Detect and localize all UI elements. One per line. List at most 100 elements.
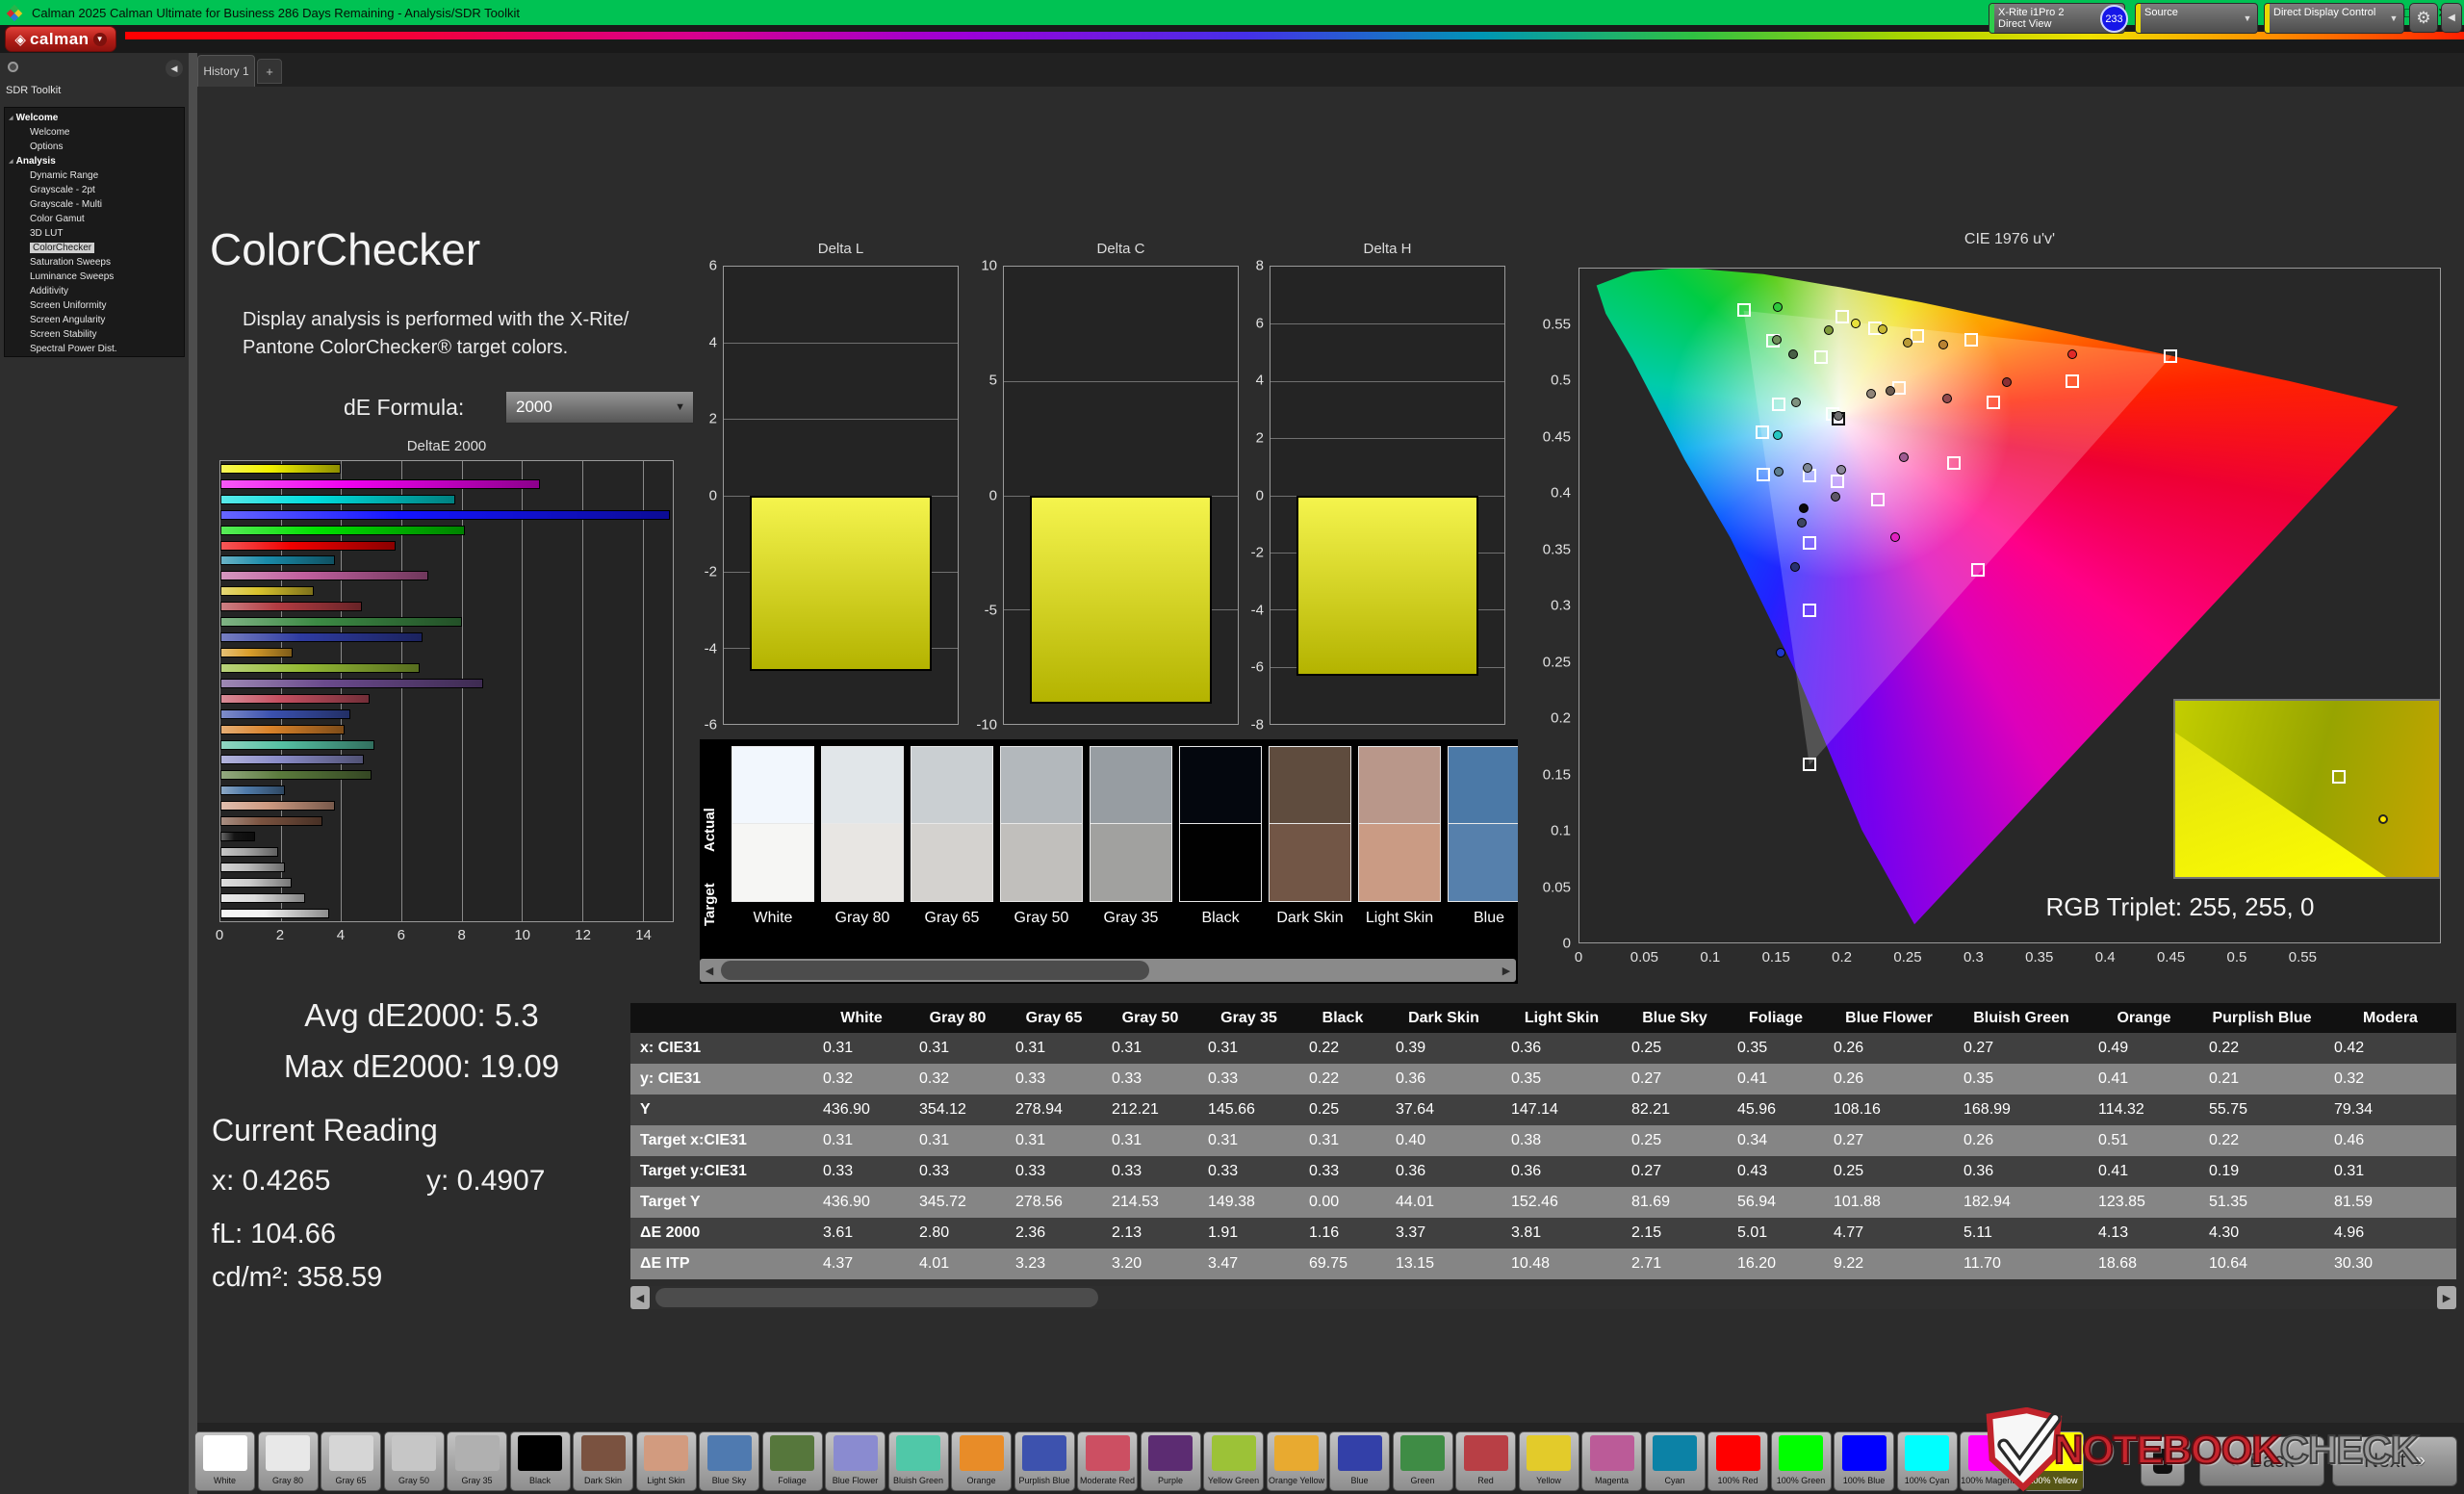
meter-mode: Direct View: [1998, 18, 2052, 30]
collapse-icon[interactable]: ◢: [9, 158, 13, 165]
sidebar-item-welcome[interactable]: Welcome: [5, 125, 184, 140]
sidebar-item-screen-angularity[interactable]: Screen Angularity: [5, 313, 184, 327]
cie-measured-point: [1773, 301, 1784, 312]
pattern-chip-100-green[interactable]: 100% Green: [1770, 1431, 1832, 1491]
chip-swatch: [770, 1435, 814, 1471]
chip-swatch: [202, 1435, 247, 1471]
sidebar-item-colorchecker[interactable]: ColorChecker: [5, 241, 184, 255]
col-header-gray-35: Gray 35: [1198, 1003, 1299, 1033]
table-cell: 0.27: [1824, 1125, 1954, 1156]
pattern-chip-blue[interactable]: Blue: [1329, 1431, 1390, 1491]
table-cell: 0.31: [813, 1125, 910, 1156]
scrollbar-thumb[interactable]: [655, 1288, 1098, 1307]
pattern-chip-foliage[interactable]: Foliage: [761, 1431, 823, 1491]
scroll-left-icon[interactable]: ◀: [700, 959, 719, 982]
sidebar-item-options[interactable]: Options: [5, 140, 184, 154]
calman-menu-button[interactable]: ◈ calman ▼: [5, 26, 116, 52]
deltae-bar-row: [220, 525, 673, 535]
deltae-bar-purple: [220, 678, 483, 688]
chip-label: Purplish Blue: [1018, 1475, 1070, 1485]
sidebar-item-luminance-sweeps[interactable]: Luminance Sweeps: [5, 270, 184, 284]
chip-label: Blue Sky: [711, 1475, 747, 1485]
pattern-chip-black[interactable]: Black: [509, 1431, 571, 1491]
settings-button[interactable]: ⚙: [2409, 3, 2438, 33]
tree-section-analysis[interactable]: ◢ Analysis: [5, 154, 184, 168]
col-header-gray-50: Gray 50: [1102, 1003, 1198, 1033]
collapse-icon[interactable]: ◢: [9, 115, 13, 121]
table-cell: 0.22: [1299, 1033, 1386, 1064]
table-cell: 18.68: [2089, 1249, 2199, 1279]
pattern-chip-dark-skin[interactable]: Dark Skin: [573, 1431, 633, 1491]
pattern-chip-100-blue[interactable]: 100% Blue: [1834, 1431, 1894, 1491]
sidebar-item-saturation-sweeps[interactable]: Saturation Sweeps: [5, 255, 184, 270]
pattern-chip-blue-flower[interactable]: Blue Flower: [825, 1431, 886, 1491]
sidebar-item-spectral-power-dist-[interactable]: Spectral Power Dist.: [5, 342, 184, 356]
collapse-sidebar-icon[interactable]: ◀: [166, 60, 183, 77]
pattern-chip-100-red[interactable]: 100% Red: [1707, 1431, 1768, 1491]
source-dropdown[interactable]: Source ▼: [2135, 3, 2258, 34]
pattern-chip-white[interactable]: White: [194, 1431, 255, 1491]
display-control-dropdown[interactable]: Direct Display Control ▼: [2264, 3, 2404, 34]
sidebar-item-3d-lut[interactable]: 3D LUT: [5, 226, 184, 241]
sidebar-item-screen-stability[interactable]: Screen Stability: [5, 327, 184, 342]
sidebar-splitter[interactable]: [189, 53, 197, 1494]
pattern-chip-gray-35[interactable]: Gray 35: [447, 1431, 507, 1491]
sidebar-item-additivity[interactable]: Additivity: [5, 284, 184, 298]
deltaL-bar: [749, 495, 933, 671]
pattern-chip-gray-80[interactable]: Gray 80: [257, 1431, 319, 1491]
pattern-chip-cyan[interactable]: Cyan: [1644, 1431, 1706, 1491]
pattern-chip-blue-sky[interactable]: Blue Sky: [699, 1431, 759, 1491]
window-title: Calman 2025 Calman Ultimate for Business…: [32, 5, 520, 20]
sidebar-item-dynamic-range[interactable]: Dynamic Range: [5, 168, 184, 183]
actual-swatch: [821, 746, 904, 824]
scroll-right-icon[interactable]: ▶: [1497, 959, 1516, 982]
cie-target-square: [1802, 603, 1816, 617]
scroll-left-icon[interactable]: ◀: [630, 1286, 650, 1309]
pattern-chip-yellow-green[interactable]: Yellow Green: [1203, 1431, 1264, 1491]
scrollbar-thumb[interactable]: [721, 961, 1149, 980]
sidebar-item-grayscale-2pt[interactable]: Grayscale - 2pt: [5, 183, 184, 197]
pattern-chip-gray-50[interactable]: Gray 50: [383, 1431, 445, 1491]
pattern-chip-orange[interactable]: Orange: [951, 1431, 1012, 1491]
meter-count-badge[interactable]: 233: [2100, 5, 2128, 33]
tree-section-welcome[interactable]: ◢ Welcome: [5, 111, 184, 125]
deltae-bar-row: [220, 478, 673, 489]
record-dot-icon[interactable]: [8, 62, 18, 72]
sidebar-item-grayscale-multi[interactable]: Grayscale - Multi: [5, 197, 184, 212]
actual-swatch: [1179, 746, 1262, 824]
de-formula-select[interactable]: 2000 ▼: [505, 391, 694, 424]
add-tab-button[interactable]: +: [257, 59, 282, 84]
sidebar-item-screen-uniformity[interactable]: Screen Uniformity: [5, 298, 184, 313]
pattern-chip-purplish-blue[interactable]: Purplish Blue: [1014, 1431, 1075, 1491]
col-header-purplish-blue: Purplish Blue: [2199, 1003, 2324, 1033]
collapse-panel-button[interactable]: ◀: [2441, 3, 2462, 33]
table-cell: 0.34: [1728, 1125, 1824, 1156]
swatch-scrollbar[interactable]: ◀ ▶: [700, 959, 1516, 982]
pattern-chip-100-cyan[interactable]: 100% Cyan: [1896, 1431, 1958, 1491]
scroll-right-icon[interactable]: ▶: [2437, 1286, 2456, 1309]
pattern-chip-orange-yellow[interactable]: Orange Yellow: [1266, 1431, 1327, 1491]
pattern-chip-bluish-green[interactable]: Bluish Green: [887, 1431, 949, 1491]
pattern-chip-gray-65[interactable]: Gray 65: [321, 1431, 381, 1491]
chip-label: Blue Flower: [832, 1475, 879, 1485]
patch-label: Black: [1201, 910, 1240, 926]
cie-measured-point: [1824, 325, 1835, 336]
pattern-chip-purple[interactable]: Purple: [1140, 1431, 1201, 1491]
pattern-chip-red[interactable]: Red: [1455, 1431, 1516, 1491]
pattern-chip-magenta[interactable]: Magenta: [1581, 1431, 1642, 1491]
tab-history-1[interactable]: History 1: [197, 55, 255, 87]
table-row: Target Y 436.90 345.72 278.56 214.53 149.38 0.…: [630, 1187, 2456, 1218]
pattern-chip-light-skin[interactable]: Light Skin: [635, 1431, 697, 1491]
pattern-chip-green[interactable]: Green: [1392, 1431, 1453, 1491]
table-cell: 3.47: [1198, 1249, 1299, 1279]
deltaH-bar: [1296, 495, 1479, 676]
deltae-bar-row: [220, 739, 673, 750]
pattern-chip-moderate-red[interactable]: Moderate Red: [1077, 1431, 1138, 1491]
table-cell: 0.27: [1622, 1064, 1728, 1095]
deltaC-bar: [1029, 495, 1213, 704]
pattern-chip-yellow[interactable]: Yellow: [1518, 1431, 1579, 1491]
sidebar-item-color-gamut[interactable]: Color Gamut: [5, 212, 184, 226]
patch-gray-50: Gray 50: [1000, 746, 1083, 927]
table-cell: 3.37: [1386, 1218, 1502, 1249]
table-scrollbar[interactable]: ◀ ▶: [630, 1286, 2456, 1309]
